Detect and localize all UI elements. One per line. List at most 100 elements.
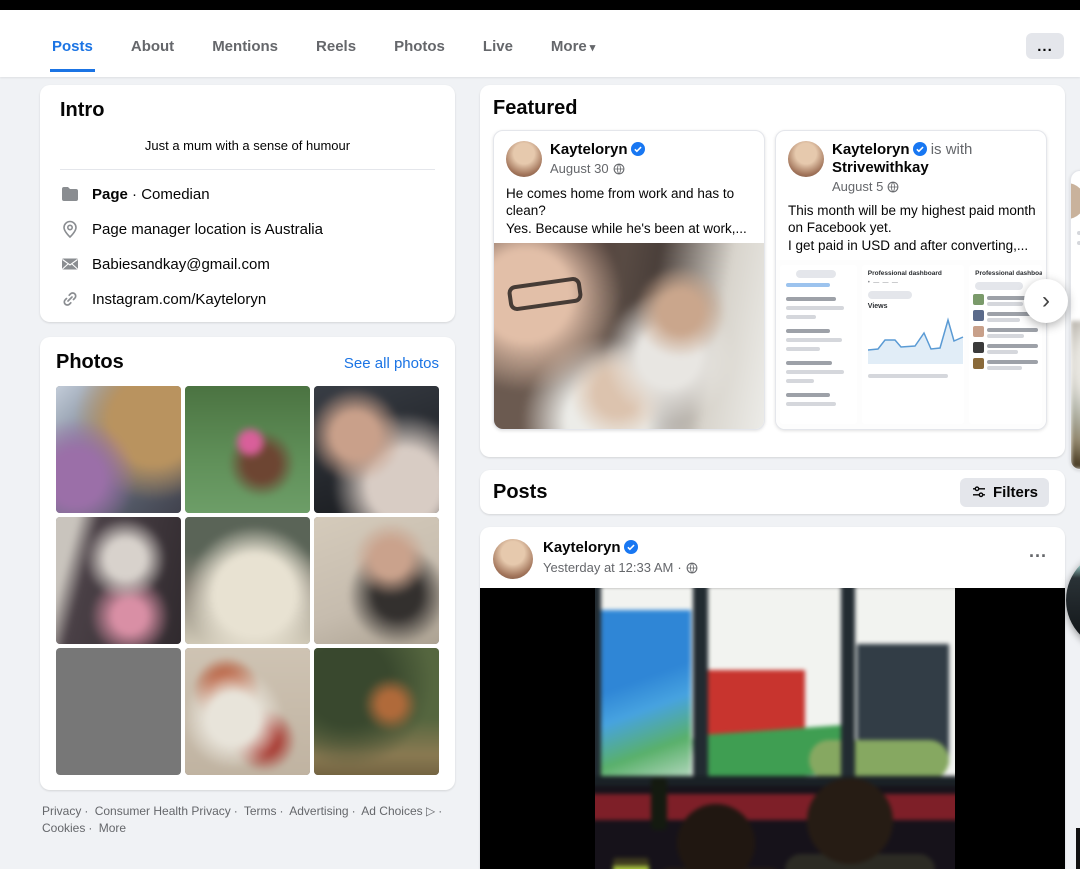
verified-badge-icon	[913, 142, 927, 156]
floating-video-bubble[interactable]	[1066, 550, 1080, 650]
photo-thumbnail[interactable]	[185, 386, 310, 513]
intro-website-row: Instagram.com/Kayteloryn	[60, 289, 435, 309]
verified-badge-icon	[624, 540, 638, 554]
footer-link-privacy[interactable]: Privacy	[42, 804, 81, 818]
chevron-right-icon: ›	[1042, 287, 1050, 315]
featured-post-date: August 30	[550, 161, 609, 176]
featured-post-card-partial[interactable]	[1070, 170, 1080, 470]
globe-icon	[887, 181, 899, 193]
photo-grid	[56, 386, 439, 775]
tab-live[interactable]: Live	[481, 28, 515, 72]
tab-more[interactable]: More▾	[549, 28, 597, 72]
intro-title: Intro	[60, 99, 435, 122]
footer-links: Privacy· Consumer Health Privacy· Terms·…	[42, 803, 462, 838]
category-separator: ·	[128, 186, 141, 203]
photos-card: Photos See all photos	[40, 337, 455, 790]
photo-thumbnail[interactable]	[185, 517, 310, 644]
featured-carousel: Kayteloryn August 30 He comes home from …	[493, 130, 1065, 430]
edge-sliver	[1076, 828, 1080, 869]
footer-link-consumer-health-privacy[interactable]: Consumer Health Privacy	[95, 804, 231, 818]
ellipsis-icon: ...	[1029, 541, 1047, 561]
featured-section: Featured Kayteloryn August 30 He comes h…	[480, 85, 1065, 457]
featured-author[interactable]: Kayteloryn	[832, 141, 910, 158]
post-author[interactable]: Kayteloryn	[543, 539, 621, 556]
with-label: is with	[931, 141, 973, 158]
featured-post-text: I get paid in USD and after converting,.…	[788, 237, 1036, 254]
globe-icon	[686, 562, 698, 574]
intro-card: Intro Just a mum with a sense of humour …	[40, 85, 455, 322]
chevron-down-icon: ▾	[590, 42, 596, 54]
photo-thumbnail[interactable]	[314, 386, 439, 513]
separator: ·	[234, 804, 238, 818]
separator: ·	[88, 821, 92, 835]
separator: ·	[280, 804, 284, 818]
footer-link-more[interactable]: More	[99, 821, 126, 835]
partial-post-image	[1071, 321, 1080, 469]
featured-post-text: Yes. Because while he's been at work,...	[506, 220, 754, 237]
globe-icon	[613, 163, 625, 175]
avatar[interactable]	[493, 539, 533, 579]
footer-link-ad-choices[interactable]: Ad Choices	[361, 804, 422, 818]
tab-photos[interactable]: Photos	[392, 28, 447, 72]
sliders-icon	[971, 484, 987, 500]
featured-post-date: August 5	[832, 179, 883, 194]
folder-icon	[60, 184, 80, 204]
featured-post-image[interactable]	[494, 243, 764, 429]
featured-post-text: This month will be my highest paid month…	[788, 202, 1036, 237]
separator: ·	[438, 804, 442, 818]
avatar	[1070, 183, 1080, 219]
photo-thumbnail[interactable]	[56, 517, 181, 644]
intro-location-row: Page manager location is Australia	[60, 219, 435, 239]
tagged-page[interactable]: Strivewithkay	[832, 159, 929, 176]
email-icon	[60, 254, 80, 274]
featured-post-card[interactable]: Kayteloryn is withStrivewithkay August 5…	[775, 130, 1047, 430]
playground-slide	[595, 610, 691, 790]
tab-posts[interactable]: Posts	[50, 28, 95, 72]
filters-button[interactable]: Filters	[960, 478, 1049, 507]
link-icon	[60, 289, 80, 309]
see-all-photos-link[interactable]: See all photos	[344, 355, 439, 372]
separator: ·	[677, 560, 681, 575]
website-link[interactable]: Instagram.com/Kayteloryn	[92, 291, 266, 308]
avatar[interactable]	[788, 141, 824, 177]
tabs: Posts About Mentions Reels Photos Live M…	[50, 28, 597, 72]
ellipsis-icon: ...	[1037, 38, 1053, 55]
dashboard-title-2: Professional dashboard	[975, 270, 1036, 277]
tab-reels[interactable]: Reels	[314, 28, 358, 72]
photos-title: Photos	[56, 351, 124, 374]
tab-about[interactable]: About	[129, 28, 176, 72]
footer-link-terms[interactable]: Terms	[244, 804, 277, 818]
post-timestamp: Yesterday at 12:33 AM	[543, 560, 673, 575]
email-text[interactable]: Babiesandkay@gmail.com	[92, 256, 270, 273]
footer-link-cookies[interactable]: Cookies	[42, 821, 85, 835]
views-line-chart	[868, 312, 964, 364]
photo-thumbnail[interactable]	[56, 386, 181, 513]
profile-options-button[interactable]: ...	[1026, 33, 1064, 59]
featured-title: Featured	[493, 97, 1065, 120]
tab-mentions[interactable]: Mentions	[210, 28, 280, 72]
green-cup	[613, 858, 649, 869]
photo-thumbnail[interactable]	[314, 648, 439, 775]
featured-author[interactable]: Kayteloryn	[550, 141, 628, 158]
photo-thumbnail[interactable]	[56, 648, 181, 775]
category-label: Page	[92, 186, 128, 203]
posts-header-card: Posts Filters	[480, 470, 1065, 514]
photo-thumbnail[interactable]	[314, 517, 439, 644]
carousel-next-button[interactable]: ›	[1024, 279, 1068, 323]
views-label: Views	[868, 303, 958, 310]
post-card: Kayteloryn Yesterday at 12:33 AM · ...	[480, 527, 1065, 869]
featured-post-image[interactable]: Professional dashboard • — — — Views Pro…	[776, 260, 1046, 429]
range-chip	[975, 282, 1023, 290]
video-frame	[595, 588, 955, 869]
intro-email-row: Babiesandkay@gmail.com	[60, 254, 435, 274]
photo-thumbnail[interactable]	[185, 648, 310, 775]
post-options-button[interactable]: ...	[1029, 541, 1047, 562]
avatar[interactable]	[506, 141, 542, 177]
featured-post-card[interactable]: Kayteloryn August 30 He comes home from …	[493, 130, 765, 430]
page-bio: Just a mum with a sense of humour	[60, 138, 435, 153]
bushes	[809, 740, 949, 780]
footer-link-advertising[interactable]: Advertising	[289, 804, 348, 818]
video-player[interactable]	[480, 588, 1065, 869]
family-photo	[494, 243, 764, 429]
filters-label: Filters	[993, 484, 1038, 501]
